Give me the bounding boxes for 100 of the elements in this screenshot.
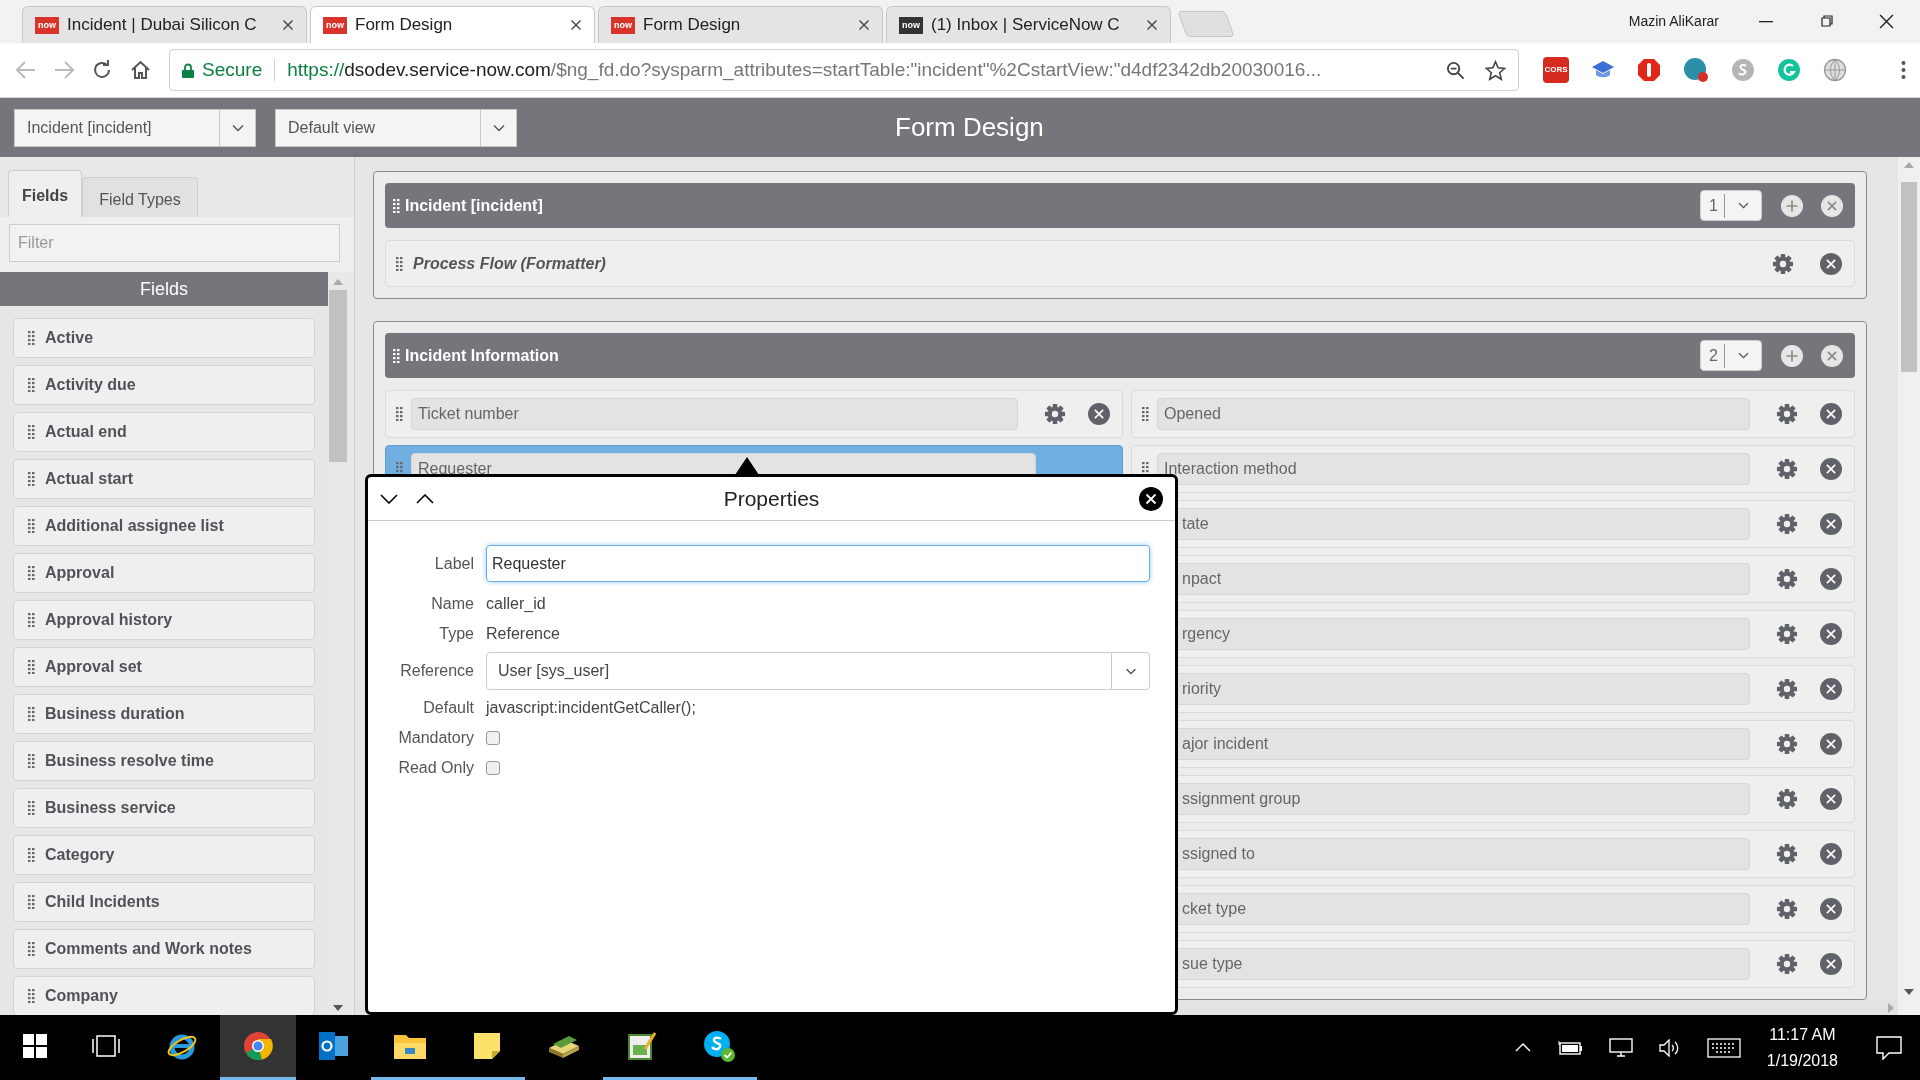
close-icon[interactable] bbox=[858, 19, 870, 31]
browser-tab[interactable]: now Form Design bbox=[310, 6, 595, 43]
profile-name[interactable]: Mazin AliKarar bbox=[1628, 11, 1719, 32]
close-icon[interactable] bbox=[1820, 843, 1842, 865]
chevron-down-icon[interactable] bbox=[380, 493, 398, 504]
filter-field[interactable]: Filter bbox=[9, 224, 340, 262]
close-icon[interactable] bbox=[1820, 252, 1842, 275]
settings-icon[interactable] bbox=[1776, 513, 1798, 535]
network-icon[interactable] bbox=[1608, 1037, 1633, 1058]
star-icon[interactable] bbox=[1485, 59, 1506, 81]
checkbox[interactable] bbox=[486, 761, 500, 775]
field-list-item[interactable]: Additional assignee list bbox=[13, 506, 315, 546]
notebook-icon[interactable] bbox=[626, 1031, 657, 1061]
settings-icon[interactable] bbox=[1776, 678, 1798, 700]
close-icon[interactable] bbox=[570, 19, 582, 31]
reference-select[interactable]: User [sys_user] bbox=[486, 652, 1150, 690]
close-icon[interactable] bbox=[1820, 733, 1842, 755]
drag-handle-icon[interactable] bbox=[28, 472, 35, 486]
field-row[interactable]: Opened bbox=[1131, 390, 1855, 438]
sticky-note-icon[interactable] bbox=[474, 1033, 500, 1059]
mail-app-icon[interactable] bbox=[318, 1032, 349, 1060]
close-icon[interactable] bbox=[1820, 788, 1842, 810]
drag-handle-icon[interactable] bbox=[28, 942, 35, 956]
close-icon[interactable] bbox=[1820, 953, 1842, 975]
drag-handle-icon[interactable] bbox=[393, 198, 400, 213]
section-header[interactable]: Incident Information 2 bbox=[385, 333, 1855, 378]
formatter-row[interactable]: Process Flow (Formatter) bbox=[385, 240, 1855, 287]
home-icon[interactable] bbox=[130, 60, 151, 80]
close-icon[interactable] bbox=[1820, 678, 1842, 700]
restore-icon[interactable] bbox=[1819, 14, 1833, 29]
drag-handle-icon[interactable] bbox=[28, 801, 35, 815]
zoom-icon[interactable] bbox=[1446, 60, 1465, 80]
browser-tab[interactable]: now Incident | Dubai Silicon C bbox=[22, 6, 307, 43]
field-list-item[interactable]: Approval history bbox=[13, 600, 315, 640]
browser-tab[interactable]: now (1) Inbox | ServiceNow C bbox=[886, 6, 1171, 43]
drag-handle-icon[interactable] bbox=[28, 566, 35, 580]
field-list-item[interactable]: Actual end bbox=[13, 412, 315, 452]
drag-handle-icon[interactable] bbox=[28, 613, 35, 627]
section-header[interactable]: Incident [incident] 1 bbox=[385, 183, 1855, 228]
stack-icon[interactable] bbox=[547, 1034, 581, 1058]
settings-icon[interactable] bbox=[1776, 843, 1798, 865]
close-icon[interactable] bbox=[1820, 513, 1842, 535]
settings-icon[interactable] bbox=[1776, 953, 1798, 975]
drag-handle-icon[interactable] bbox=[28, 895, 35, 909]
add-icon[interactable] bbox=[1781, 194, 1803, 217]
field-list-item[interactable]: Comments and Work notes bbox=[13, 929, 315, 969]
windows-logo-icon[interactable] bbox=[22, 1034, 47, 1058]
field-list-item[interactable]: Business resolve time bbox=[13, 741, 315, 781]
add-icon[interactable] bbox=[1781, 344, 1803, 367]
close-icon[interactable] bbox=[1820, 898, 1842, 920]
close-icon[interactable] bbox=[1820, 403, 1842, 425]
chat-app-icon[interactable] bbox=[701, 1029, 736, 1063]
settings-icon[interactable] bbox=[1776, 623, 1798, 645]
settings-icon[interactable] bbox=[1776, 788, 1798, 810]
drag-handle-icon[interactable] bbox=[28, 707, 35, 721]
drag-handle-icon[interactable] bbox=[28, 378, 35, 392]
drag-handle-icon[interactable] bbox=[396, 407, 403, 421]
settings-icon[interactable] bbox=[1776, 898, 1798, 920]
drag-handle-icon[interactable] bbox=[28, 425, 35, 439]
minimize-icon[interactable] bbox=[1759, 20, 1773, 23]
close-icon[interactable] bbox=[282, 19, 294, 31]
field-list-item[interactable]: Activity due bbox=[13, 365, 315, 405]
globe-icon[interactable] bbox=[1823, 58, 1847, 82]
browser-icon[interactable] bbox=[243, 1031, 273, 1061]
drag-handle-icon[interactable] bbox=[1142, 407, 1149, 421]
scrollbar[interactable] bbox=[1898, 157, 1920, 1015]
extension-icon[interactable] bbox=[1683, 57, 1709, 83]
scroll-thumb[interactable] bbox=[329, 290, 347, 462]
drag-handle-icon[interactable] bbox=[393, 348, 400, 363]
field-list-item[interactable]: Business duration bbox=[13, 694, 315, 734]
dropdown[interactable]: Default view bbox=[275, 108, 517, 147]
clock-date[interactable]: 1/19/2018 bbox=[1766, 1047, 1838, 1074]
settings-icon[interactable] bbox=[1772, 252, 1794, 275]
scroll-down-icon[interactable] bbox=[333, 1005, 343, 1011]
column-select[interactable]: 2 bbox=[1700, 340, 1762, 371]
settings-icon[interactable] bbox=[1776, 568, 1798, 590]
scroll-down-icon[interactable] bbox=[1904, 989, 1914, 995]
sidebar-tab[interactable]: Fields bbox=[8, 170, 83, 217]
battery-icon[interactable] bbox=[1556, 1039, 1583, 1056]
folder-icon[interactable] bbox=[394, 1033, 426, 1059]
browser-tab[interactable]: now Form Design bbox=[598, 6, 883, 43]
settings-icon[interactable] bbox=[1776, 403, 1798, 425]
drag-handle-icon[interactable] bbox=[28, 519, 35, 533]
dropdown[interactable]: Incident [incident] bbox=[14, 108, 256, 147]
field-list-item[interactable]: Active bbox=[13, 318, 315, 358]
chevron-up-icon[interactable] bbox=[416, 493, 434, 504]
volume-icon[interactable] bbox=[1658, 1037, 1681, 1058]
close-icon[interactable] bbox=[1820, 568, 1842, 590]
field-list-item[interactable]: Category bbox=[13, 835, 315, 875]
taskbar-button[interactable] bbox=[220, 1015, 296, 1080]
task-view-icon[interactable] bbox=[91, 1035, 121, 1057]
close-icon[interactable] bbox=[1820, 458, 1842, 480]
column-select[interactable]: 1 bbox=[1700, 190, 1762, 221]
settings-icon[interactable] bbox=[1776, 458, 1798, 480]
extension-icon[interactable]: CORS bbox=[1543, 57, 1569, 83]
settings-icon[interactable] bbox=[1776, 733, 1798, 755]
checkbox[interactable] bbox=[486, 731, 500, 745]
reload-icon[interactable] bbox=[92, 60, 112, 80]
close-icon[interactable] bbox=[1088, 403, 1110, 425]
drag-handle-icon[interactable] bbox=[396, 256, 403, 271]
